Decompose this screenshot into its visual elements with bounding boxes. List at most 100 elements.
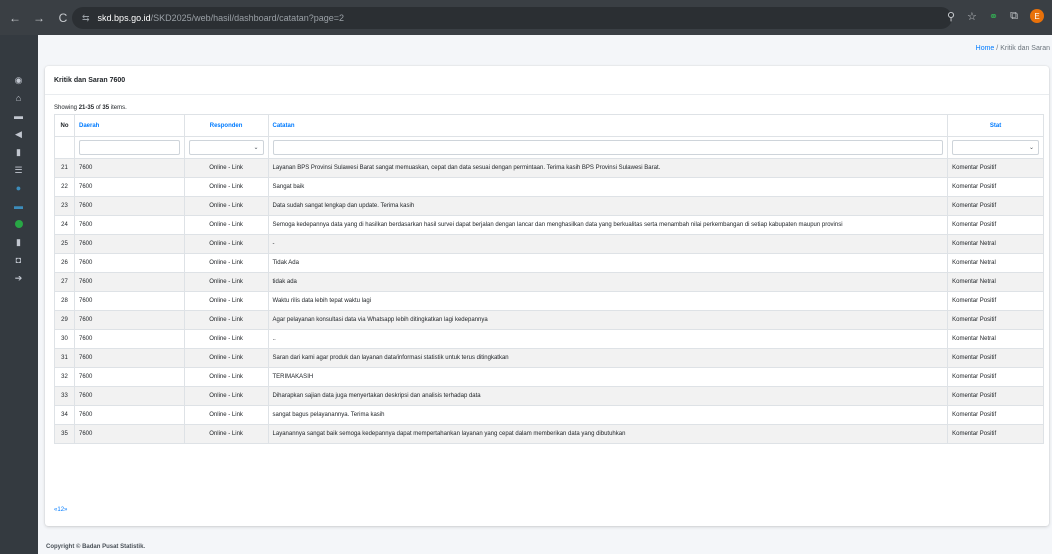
table-row: 31 7600 Online - Link Saran dari kami agar … bbox=[54, 348, 1044, 368]
cell-no: 26 bbox=[54, 253, 75, 273]
cell-stat: Komentar Positif bbox=[947, 348, 1044, 368]
summary-range: 21-35 bbox=[78, 105, 95, 111]
cell-no: 30 bbox=[54, 329, 75, 349]
filter-responden-cell: ⌄ bbox=[183, 136, 269, 159]
file-icon[interactable]: ▮ bbox=[12, 237, 25, 247]
list-icon[interactable]: ▬ bbox=[12, 111, 25, 121]
table-row: 26 7600 Online - Link Tidak Ada Komentar Net… bbox=[54, 253, 1044, 273]
cell-catatan: Data sudah sangat lengkap dan update. Te… bbox=[267, 196, 949, 216]
site-settings-icon[interactable]: ⇆ bbox=[82, 13, 90, 24]
header-daerah[interactable]: Daerah bbox=[73, 114, 185, 137]
cell-catatan: Tidak Ada bbox=[267, 253, 949, 273]
results-card: Kritik dan Saran 7600 Showing 21-35 of 3… bbox=[45, 66, 1049, 526]
table-row: 34 7600 Online - Link sangat bagus pelayana… bbox=[54, 405, 1044, 425]
cell-catatan: Semoga kedepannya data yang di hasilkan … bbox=[267, 215, 949, 235]
cell-stat: Komentar Positif bbox=[947, 386, 1044, 406]
results-summary: Showing 21-35 of 35 items. bbox=[54, 105, 127, 111]
extension-icon[interactable]: ⚭ bbox=[989, 10, 998, 23]
cell-no: 34 bbox=[54, 405, 75, 425]
megaphone-icon[interactable]: ◀ bbox=[12, 129, 25, 139]
cell-daerah: 7600 bbox=[73, 158, 185, 178]
database-icon[interactable]: ◘ bbox=[12, 255, 25, 265]
cell-no: 33 bbox=[54, 386, 75, 406]
filter-no-cell bbox=[54, 136, 75, 159]
bookmark-star-icon[interactable]: ☆ bbox=[967, 10, 977, 23]
back-icon[interactable]: ← bbox=[8, 11, 22, 25]
pagination: «12» bbox=[54, 507, 67, 513]
cell-responden: Online - Link bbox=[183, 405, 269, 425]
cell-responden: Online - Link bbox=[183, 253, 269, 273]
cell-responden: Online - Link bbox=[183, 272, 269, 292]
browser-nav: ← → C bbox=[8, 11, 70, 25]
header-catatan[interactable]: Catatan bbox=[267, 114, 949, 137]
filter-row: ⌄ ⌄ bbox=[54, 136, 1044, 159]
cell-daerah: 7600 bbox=[73, 348, 185, 368]
cell-catatan: Agar pelayanan konsultasi data via Whats… bbox=[267, 310, 949, 330]
breadcrumb-home[interactable]: Home bbox=[976, 45, 995, 52]
table-row: 21 7600 Online - Link Layanan BPS Provinsi … bbox=[54, 158, 1044, 178]
cell-stat: Komentar Positif bbox=[947, 424, 1044, 444]
cell-catatan: sangat bagus pelayanannya. Terima kasih bbox=[267, 405, 949, 425]
reload-icon[interactable]: C bbox=[56, 11, 70, 25]
folder-icon[interactable]: ▬ bbox=[12, 201, 25, 211]
cell-daerah: 7600 bbox=[73, 405, 185, 425]
forward-icon[interactable]: → bbox=[32, 11, 46, 25]
cell-responden: Online - Link bbox=[183, 424, 269, 444]
cell-catatan: Sangat baik bbox=[267, 177, 949, 197]
cell-stat: Komentar Positif bbox=[947, 291, 1044, 311]
table-body: 21 7600 Online - Link Layanan BPS Provinsi … bbox=[54, 158, 1044, 444]
cell-daerah: 7600 bbox=[73, 367, 185, 387]
cell-daerah: 7600 bbox=[73, 234, 185, 254]
stat-filter-select[interactable]: ⌄ bbox=[952, 140, 1039, 155]
table-row: 24 7600 Online - Link Semoga kedepannya dat… bbox=[54, 215, 1044, 235]
table-row: 25 7600 Online - Link - Komentar Netral bbox=[54, 234, 1044, 254]
cell-stat: Komentar Positif bbox=[947, 367, 1044, 387]
table-header-row: No Daerah Responden Catatan Stat bbox=[54, 114, 1044, 137]
logout-icon[interactable]: ➔ bbox=[12, 273, 25, 283]
status-dot-icon[interactable] bbox=[12, 219, 25, 229]
card-title: Kritik dan Saran 7600 bbox=[54, 77, 126, 84]
address-bar[interactable]: ⇆ skd.bps.go.id/SKD2025/web/hasil/dashbo… bbox=[72, 7, 952, 29]
responden-filter-select[interactable]: ⌄ bbox=[188, 140, 264, 155]
extensions-puzzle-icon[interactable]: ⧉ bbox=[1010, 10, 1018, 23]
cell-daerah: 7600 bbox=[73, 196, 185, 216]
home-icon[interactable]: ⌂ bbox=[12, 93, 25, 103]
cell-responden: Online - Link bbox=[183, 291, 269, 311]
cell-stat: Komentar Positif bbox=[947, 177, 1044, 197]
url-host: skd.bps.go.id bbox=[97, 13, 151, 23]
url-path: /SKD2025/web/hasil/dashboard/catatan?pag… bbox=[150, 13, 344, 23]
dashboard-icon[interactable]: ◉ bbox=[12, 75, 25, 85]
cell-responden: Online - Link bbox=[183, 158, 269, 178]
browser-toolbar: ← → C ⇆ skd.bps.go.id/SKD2025/web/hasil/… bbox=[0, 0, 1052, 35]
pagination-next[interactable]: » bbox=[64, 507, 67, 513]
cell-catatan: tidak ada bbox=[267, 272, 949, 292]
cell-responden: Online - Link bbox=[183, 348, 269, 368]
cell-catatan: Diharapkan sajian data juga menyertakan … bbox=[267, 386, 949, 406]
profile-avatar[interactable]: E bbox=[1030, 9, 1044, 23]
document-icon[interactable]: ▮ bbox=[12, 147, 25, 157]
cell-stat: Komentar Netral bbox=[947, 329, 1044, 349]
cell-stat: Komentar Netral bbox=[947, 234, 1044, 254]
cell-catatan: Waktu rilis data lebih tepat waktu lagi bbox=[267, 291, 949, 311]
tasks-icon[interactable]: ☰ bbox=[12, 165, 25, 175]
cell-responden: Online - Link bbox=[183, 196, 269, 216]
cell-catatan: Saran dari kami agar produk dan layanan … bbox=[267, 348, 949, 368]
catatan-filter-input[interactable] bbox=[272, 140, 944, 155]
table-row: 32 7600 Online - Link TERIMAKASIH Komentar P… bbox=[54, 367, 1044, 387]
cell-responden: Online - Link bbox=[183, 177, 269, 197]
zoom-icon[interactable]: ⚲ bbox=[947, 10, 955, 23]
daerah-filter-input[interactable] bbox=[78, 140, 180, 155]
cell-responden: Online - Link bbox=[183, 310, 269, 330]
chevron-down-icon: ⌄ bbox=[1028, 145, 1034, 151]
cell-responden: Online - Link bbox=[183, 234, 269, 254]
header-responden[interactable]: Responden bbox=[183, 114, 269, 137]
table-row: 33 7600 Online - Link Diharapkan sajian dat… bbox=[54, 386, 1044, 406]
header-stat[interactable]: Stat bbox=[947, 114, 1044, 137]
table-row: 28 7600 Online - Link Waktu rilis data lebi… bbox=[54, 291, 1044, 311]
cell-no: 25 bbox=[54, 234, 75, 254]
cell-catatan: Layanan BPS Provinsi Sulawesi Barat sang… bbox=[267, 158, 949, 178]
cell-no: 21 bbox=[54, 158, 75, 178]
cell-no: 32 bbox=[54, 367, 75, 387]
table-row: 29 7600 Online - Link Agar pelayanan konsul… bbox=[54, 310, 1044, 330]
chat-icon[interactable]: ● bbox=[12, 183, 25, 193]
